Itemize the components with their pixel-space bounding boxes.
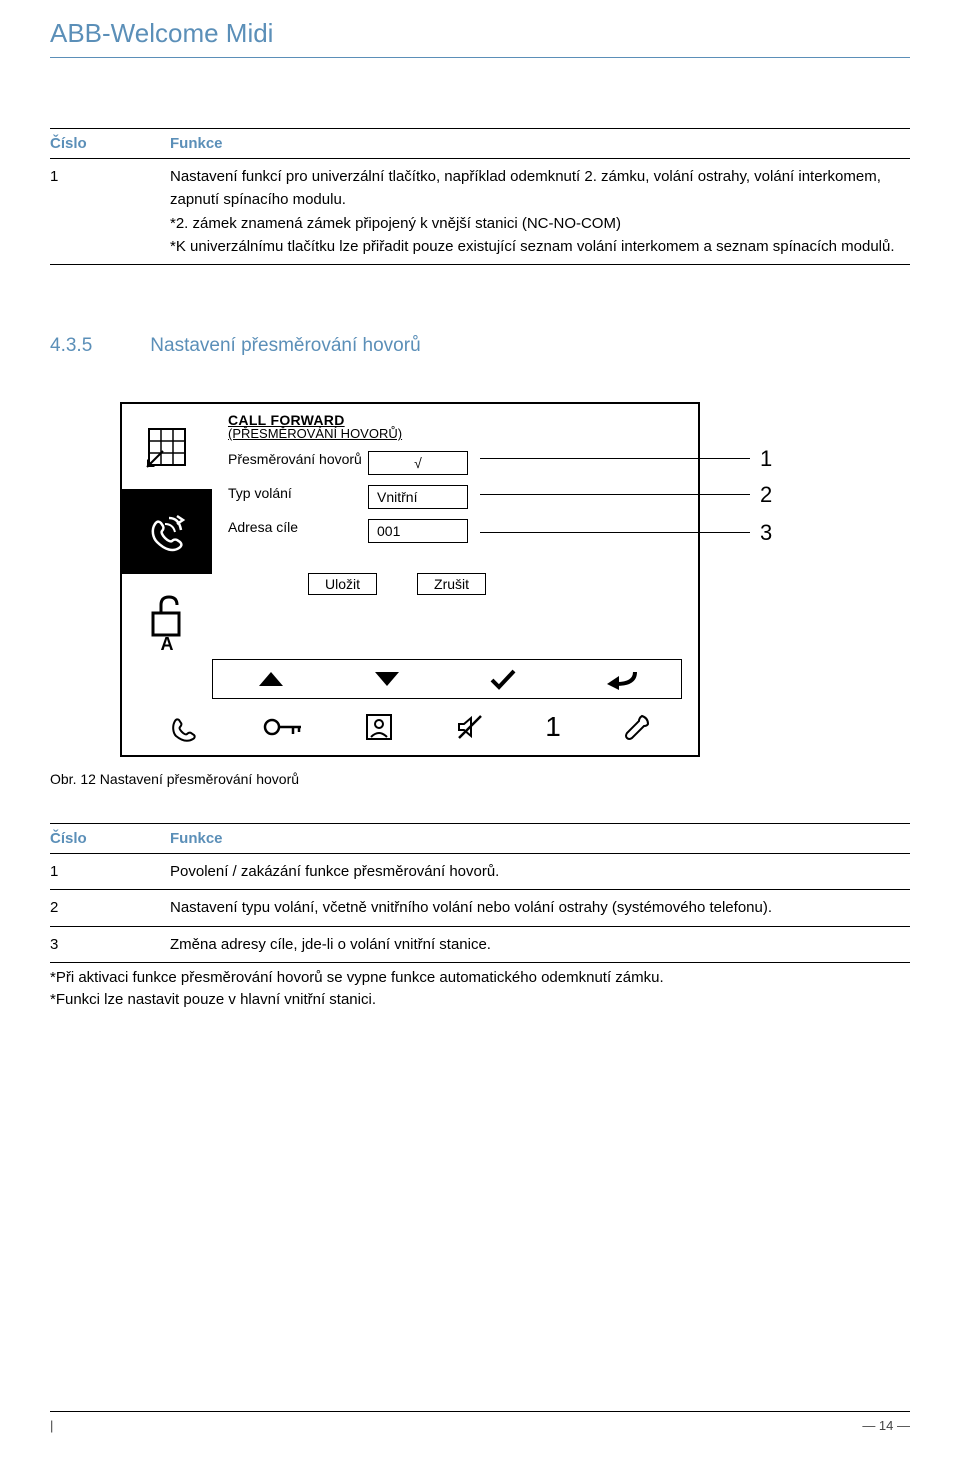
sidebar-label-A: A: [161, 634, 174, 655]
section-number: 4.3.5: [50, 335, 145, 357]
footnote-2: *Funkci lze nastavit pouze v hlavní vnit…: [50, 989, 910, 1012]
key-icon: [263, 716, 303, 738]
footer-page: — 14 —: [862, 1418, 910, 1433]
iconbar-number: 1: [545, 711, 561, 743]
callout-3: 3: [760, 520, 772, 546]
cell-text: Nastavení funkcí pro univerzální tlačítk…: [170, 159, 910, 265]
wrench-icon: [622, 712, 652, 742]
row2-value-box[interactable]: Vnitřní: [368, 485, 468, 509]
footnote-1: *Při aktivaci funkce přesměrování hovorů…: [50, 967, 910, 990]
figure-caption: Obr. 12 Nastavení přesměrování hovorů: [50, 771, 910, 787]
th-num: Číslo: [50, 129, 170, 159]
down-icon[interactable]: [373, 670, 401, 688]
cell-num: 2: [50, 890, 170, 926]
th-func: Funkce: [170, 824, 910, 854]
page-title: ABB-Welcome Midi: [50, 0, 910, 58]
callout-line-3: [480, 532, 750, 533]
table-row: 1 Nastavení funkcí pro univerzální tlačí…: [50, 159, 910, 265]
table-row: 2 Nastavení typu volání, včetně vnitřníh…: [50, 890, 910, 926]
section-title: Nastavení přesměrování hovorů: [150, 335, 420, 356]
table-row: 1 Povolení / zakázání funkce přesměrován…: [50, 854, 910, 890]
callout-line-1: [480, 458, 750, 459]
table-upper: Číslo Funkce 1 Nastavení funkcí pro univ…: [50, 128, 910, 265]
save-button[interactable]: Uložit: [308, 573, 377, 595]
cell-num: 1: [50, 854, 170, 890]
sidebar-tile-grid: [122, 404, 212, 489]
icon-row: 1: [122, 699, 698, 755]
sidebar-tile-lock: A: [122, 574, 212, 659]
cell-text: Nastavení typu volání, včetně vnitřního …: [170, 890, 910, 926]
row3-value-box[interactable]: 001: [368, 519, 468, 543]
handset-icon: [168, 710, 202, 744]
device-screen: A CALL FORWARD (PŘESMĚROVÁNÍ HOVORŮ) Pře…: [120, 402, 700, 757]
sidebar-tile-phone: [122, 489, 212, 574]
row2-label: Typ volání: [228, 485, 368, 502]
row3-label: Adresa cíle: [228, 519, 368, 536]
check-icon[interactable]: [489, 668, 517, 690]
table-row: 3 Změna adresy cíle, jde-li o volání vni…: [50, 926, 910, 962]
page-footer: | — 14 —: [50, 1411, 910, 1433]
nav-bar: [212, 659, 682, 699]
table-lower: Číslo Funkce 1 Povolení / zakázání funkc…: [50, 823, 910, 963]
section-heading: 4.3.5 Nastavení přesměrování hovorů: [50, 335, 910, 357]
row1-label: Přesměrování hovorů: [228, 451, 368, 468]
th-func: Funkce: [170, 129, 910, 159]
callout-line-2: [480, 494, 750, 495]
callout-1: 1: [760, 446, 772, 472]
contact-icon: [364, 712, 394, 742]
th-num: Číslo: [50, 824, 170, 854]
up-icon[interactable]: [257, 670, 285, 688]
cell-num: 3: [50, 926, 170, 962]
callout-2: 2: [760, 482, 772, 508]
cancel-button[interactable]: Zrušit: [417, 573, 486, 595]
row1-value-box[interactable]: √: [368, 451, 468, 475]
footer-left: |: [50, 1418, 53, 1433]
cell-text: Změna adresy cíle, jde-li o volání vnitř…: [170, 926, 910, 962]
grid-icon: [145, 425, 189, 469]
cell-num: 1: [50, 159, 170, 265]
cell-text: Povolení / zakázání funkce přesměrování …: [170, 854, 910, 890]
screen-subtitle: (PŘESMĚROVÁNÍ HOVORŮ): [228, 426, 682, 441]
back-icon[interactable]: [605, 668, 637, 690]
phone-forward-icon: [143, 508, 191, 556]
mute-icon: [455, 712, 485, 742]
